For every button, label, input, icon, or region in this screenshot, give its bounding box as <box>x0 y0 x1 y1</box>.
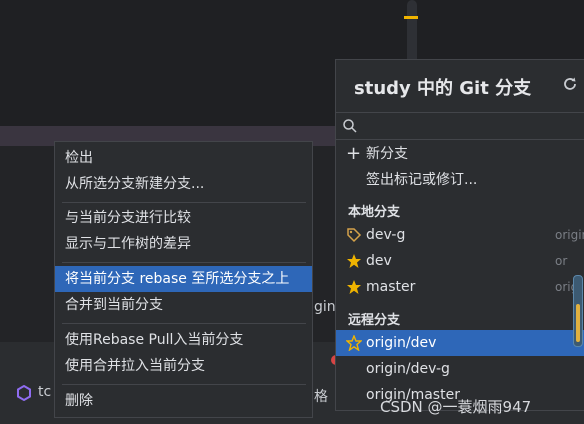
branch-name: origin/dev <box>366 335 437 351</box>
star-icon <box>347 254 361 268</box>
menu-item-pull-rebase[interactable]: 使用Rebase Pull入当前分支 <box>55 327 312 353</box>
git-branches-popup: study 中的 Git 分支 + 新分支 签出标记或修订... 本地分支 de… <box>335 59 584 411</box>
checkout-tag-label: 签出标记或修订... <box>366 172 478 188</box>
menu-item-new-branch-from-selected[interactable]: 从所选分支新建分支... <box>55 171 312 197</box>
branch-context-menu: 检出 从所选分支新建分支... 与当前分支进行比较 显示与工作树的差异 将当前分… <box>54 141 313 418</box>
branch-search-bar <box>336 112 584 140</box>
tool-window-label-2: 格 <box>314 389 328 405</box>
menu-item-compare-with-current[interactable]: 与当前分支进行比较 <box>55 205 312 231</box>
menu-item-delete[interactable]: 删除 <box>55 388 312 414</box>
menu-item-rebase-onto-selected[interactable]: 将当前分支 rebase 至所选分支之上 <box>55 266 312 292</box>
plus-icon: + <box>346 143 362 164</box>
watermark: CSDN @一蓑烟雨947 <box>380 398 532 416</box>
menu-separator <box>62 323 306 324</box>
tag-icon <box>347 228 362 243</box>
popup-title: study 中的 Git 分支 <box>354 78 532 99</box>
branch-search-input[interactable] <box>362 115 584 137</box>
local-branches-header: 本地分支 <box>348 205 401 220</box>
branch-item-origin-dev-g[interactable]: origin/dev-g <box>336 356 584 382</box>
plugin-hexagon-icon <box>17 385 31 401</box>
menu-item-merge-into-current[interactable]: 合并到当前分支 <box>55 292 312 318</box>
new-branch-label: 新分支 <box>366 146 408 162</box>
menu-item-show-diff-with-working-tree[interactable]: 显示与工作树的差异 <box>55 231 312 257</box>
branch-item-master[interactable]: master origi <box>336 274 584 300</box>
menu-item-checkout[interactable]: 检出 <box>55 145 312 171</box>
menu-separator <box>62 262 306 263</box>
popup-scrollbar[interactable] <box>573 275 583 347</box>
menu-item-pull-merge[interactable]: 使用合并拉入当前分支 <box>55 353 312 379</box>
search-icon <box>343 119 357 133</box>
branch-item-origin-dev[interactable]: origin/dev <box>336 330 584 356</box>
branch-item-dev-g[interactable]: dev-g origin <box>336 222 584 248</box>
menu-separator <box>62 384 306 385</box>
new-branch-action[interactable]: + 新分支 <box>336 141 584 167</box>
tracking-branch: or <box>555 254 568 268</box>
star-outline-icon <box>346 335 362 351</box>
tool-window-label[interactable]: tc <box>38 384 51 400</box>
remote-branches-header: 远程分支 <box>348 313 401 328</box>
branch-name: dev-g <box>366 227 406 243</box>
branch-name: dev <box>366 253 392 269</box>
checkout-tag-action[interactable]: 签出标记或修订... <box>336 167 584 193</box>
star-icon <box>347 280 361 294</box>
branch-name: master <box>366 279 416 295</box>
branch-name: origin/dev-g <box>366 361 450 377</box>
scrollbar-thumb <box>576 304 580 342</box>
editor-marker <box>404 16 418 19</box>
menu-separator <box>62 202 306 203</box>
tracking-branch: origin <box>555 228 584 242</box>
branch-item-dev[interactable]: dev or <box>336 248 584 274</box>
refresh-icon[interactable] <box>562 76 578 92</box>
